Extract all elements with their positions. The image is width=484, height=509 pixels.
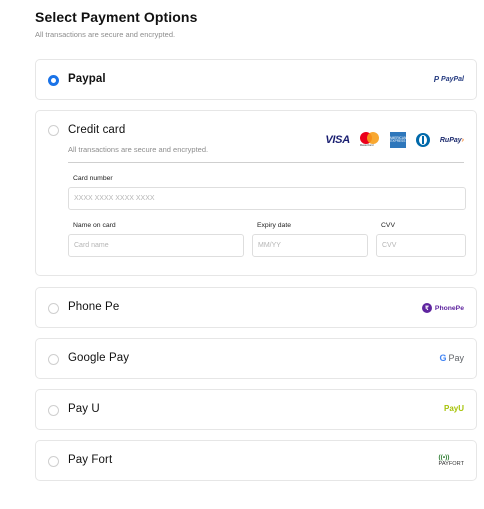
- name-on-card-label: Name on card: [73, 222, 116, 229]
- expiry-date-label: Expiry date: [257, 222, 292, 229]
- card-number-placeholder: XXXX XXXX XXXX XXXX: [74, 195, 155, 202]
- payment-option-googlepay[interactable]: Google Pay G Pay: [35, 338, 477, 379]
- payu-logo-icon: PayU: [444, 404, 464, 413]
- option-label-payfort: Pay Fort: [68, 454, 113, 466]
- name-on-card-placeholder: Card name: [74, 242, 109, 249]
- card-number-label: Card number: [73, 175, 113, 182]
- payment-option-payu[interactable]: Pay U PayU: [35, 389, 477, 430]
- credit-card-divider: [68, 162, 464, 163]
- cvv-input[interactable]: CVV: [376, 234, 466, 257]
- radio-phonepe[interactable]: [48, 303, 59, 314]
- mastercard-icon: MasterCard: [359, 132, 380, 148]
- cvv-label: CVV: [381, 222, 395, 229]
- payment-option-payfort[interactable]: Pay Fort ((•)) PAYFORT: [35, 440, 477, 481]
- mastercard-icon-text: MasterCard: [359, 144, 374, 147]
- radio-payu[interactable]: [48, 405, 59, 416]
- diners-club-icon: [415, 133, 430, 147]
- option-label-paypal: Paypal: [68, 73, 106, 85]
- expiry-date-placeholder: MM/YY: [258, 242, 281, 249]
- rupay-icon-text: RuPay: [439, 136, 462, 144]
- option-label-phonepe: Phone Pe: [68, 301, 120, 313]
- card-brand-logos: VISA MasterCard AMERICAN EXPRESS RuPay›: [325, 132, 464, 148]
- option-label-payu: Pay U: [68, 403, 100, 415]
- name-on-card-input[interactable]: Card name: [68, 234, 244, 257]
- expiry-date-input[interactable]: MM/YY: [252, 234, 368, 257]
- payfort-logo-text: PAYFORT: [438, 460, 465, 467]
- card-number-input[interactable]: XXXX XXXX XXXX XXXX: [68, 187, 466, 210]
- credit-card-subtitle: All transactions are secure and encrypte…: [68, 145, 209, 154]
- payfort-logo-icon: ((•)) PAYFORT: [438, 454, 465, 467]
- payment-option-paypal[interactable]: Paypal P PayPal: [35, 59, 477, 100]
- cvv-placeholder: CVV: [382, 242, 397, 249]
- radio-paypal[interactable]: [48, 75, 59, 86]
- payment-option-credit-card[interactable]: Credit card All transactions are secure …: [35, 110, 477, 276]
- option-label-credit-card: Credit card: [68, 124, 126, 136]
- page-subtitle: All transactions are secure and encrypte…: [35, 30, 176, 39]
- paypal-logo-text: PayPal: [441, 76, 464, 83]
- visa-icon: VISA: [325, 134, 350, 146]
- amex-icon: AMERICAN EXPRESS: [389, 132, 406, 148]
- payu-logo-text: PayU: [443, 404, 464, 413]
- option-label-googlepay: Google Pay: [68, 352, 130, 364]
- google-pay-logo-icon: G Pay: [439, 353, 464, 363]
- rupay-icon: RuPay›: [439, 136, 464, 144]
- payment-option-phonepe[interactable]: Phone Pe ₹ PhonePe: [35, 287, 477, 328]
- phonepe-logo-icon: ₹ PhonePe: [421, 303, 464, 313]
- google-pay-logo-text: Pay: [448, 353, 464, 363]
- radio-credit-card[interactable]: [48, 125, 59, 136]
- radio-payfort[interactable]: [48, 456, 59, 467]
- page-title: Select Payment Options: [35, 9, 198, 25]
- paypal-logo-icon: P PayPal: [433, 75, 464, 84]
- radio-googlepay[interactable]: [48, 354, 59, 365]
- phonepe-logo-text: PhonePe: [434, 304, 464, 312]
